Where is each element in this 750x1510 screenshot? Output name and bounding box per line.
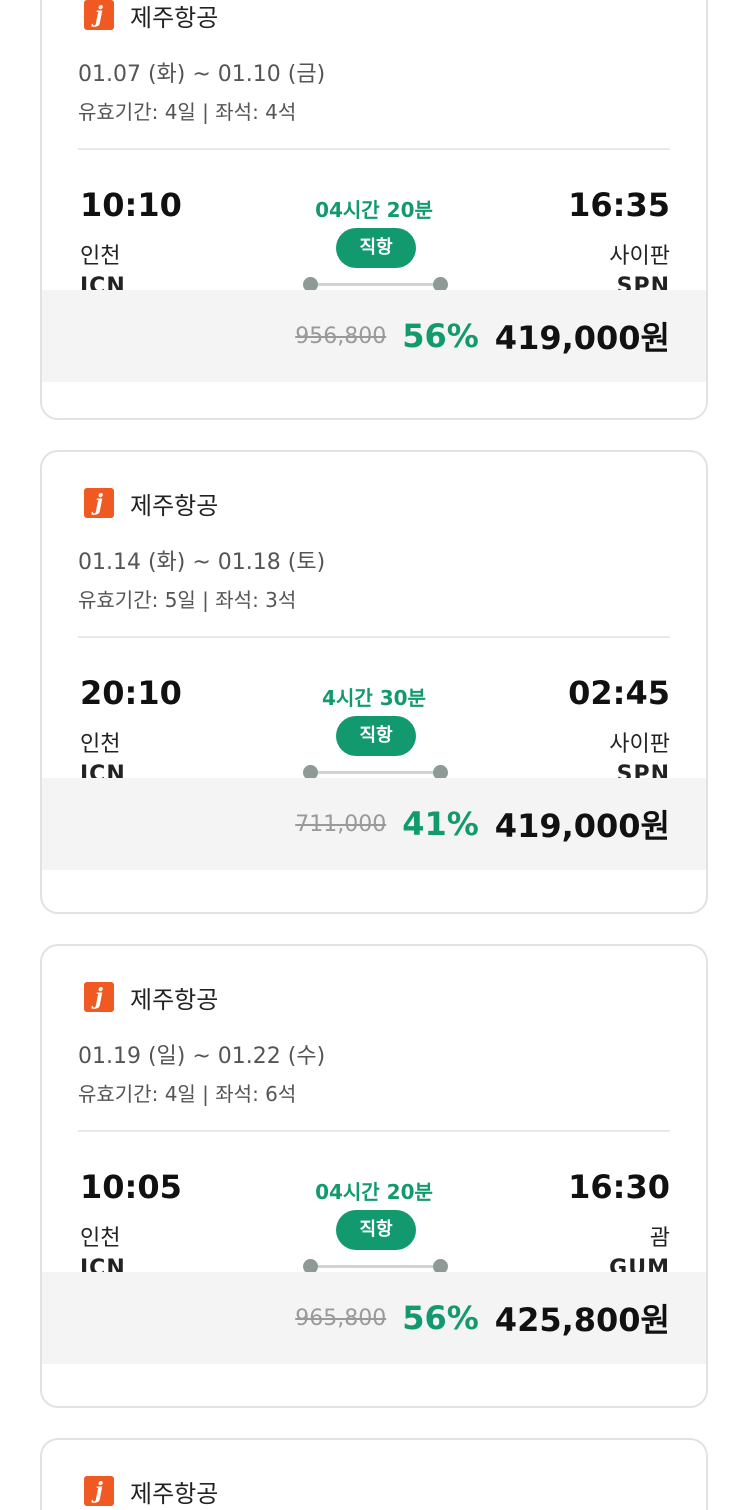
arrival-city: 괌 [649,1226,670,1251]
jeju-air-logo-icon: j [84,0,114,30]
validity-seats: 유효기간: 5일 | 좌석: 3석 [78,588,297,612]
jeju-air-logo-icon: j [84,488,114,518]
original-price: 965,800 [295,1305,387,1331]
departure-city: 인천 [80,732,121,757]
price-bar: 711,000 41% 419,000원 [42,778,706,870]
arrival-city: 사이판 [609,732,670,757]
divider [78,636,670,638]
airline-row: j 제주항공 [84,1476,219,1508]
arrival-city: 사이판 [609,244,670,269]
flight-card-body: j 제주항공 01.19 (일) ~ 01.22 (수) 유효기간: 4일 | … [42,946,706,1281]
final-price: 425,800원 [494,1301,670,1339]
flight-card[interactable]: j 제주항공 [40,1438,708,1510]
jeju-air-logo-icon: j [84,1476,114,1506]
flight-card-body: j 제주항공 01.07 (화) ~ 01.10 (금) 유효기간: 4일 | … [42,0,706,299]
route-line [310,771,442,774]
price-bar: 956,800 56% 419,000원 [42,290,706,382]
airline-name: 제주항공 [130,1479,219,1508]
arrival-time: 02:45 [568,674,670,712]
flight-card[interactable]: j 제주항공 01.14 (화) ~ 01.18 (토) 유효기간: 5일 | … [40,450,708,914]
flight-card[interactable]: j 제주항공 01.07 (화) ~ 01.10 (금) 유효기간: 4일 | … [40,0,708,420]
validity-seats: 유효기간: 4일 | 좌석: 4석 [78,100,297,124]
arrival-time: 16:30 [568,1168,670,1206]
travel-dates: 01.14 (화) ~ 01.18 (토) [78,550,326,575]
airline-name: 제주항공 [130,3,219,32]
travel-dates: 01.07 (화) ~ 01.10 (금) [78,62,326,87]
direct-flight-badge: 직항 [336,1210,416,1250]
airline-row: j 제주항공 [84,982,219,1014]
validity-seats: 유효기간: 4일 | 좌석: 6석 [78,1082,297,1106]
departure-city: 인천 [80,1226,121,1251]
airline-row: j 제주항공 [84,488,219,520]
discount-rate: 41% [402,805,479,843]
route-line [310,1265,442,1268]
discount-rate: 56% [402,317,479,355]
direct-flight-badge: 직항 [336,716,416,756]
direct-flight-badge: 직항 [336,228,416,268]
price-bar: 965,800 56% 425,800원 [42,1272,706,1364]
final-price: 419,000원 [494,807,670,845]
airline-name: 제주항공 [130,491,219,520]
divider [78,148,670,150]
divider [78,1130,670,1132]
flight-card[interactable]: j 제주항공 01.19 (일) ~ 01.22 (수) 유효기간: 4일 | … [40,944,708,1408]
jeju-air-logo-icon: j [84,982,114,1012]
final-price: 419,000원 [494,319,670,357]
original-price: 711,000 [295,811,387,837]
flight-card-body: j 제주항공 01.14 (화) ~ 01.18 (토) 유효기간: 5일 | … [42,452,706,787]
airline-row: j 제주항공 [84,0,219,32]
discount-rate: 56% [402,1299,479,1337]
route-line [310,283,442,286]
departure-city: 인천 [80,244,121,269]
original-price: 956,800 [295,323,387,349]
arrival-time: 16:35 [568,186,670,224]
travel-dates: 01.19 (일) ~ 01.22 (수) [78,1044,326,1069]
airline-name: 제주항공 [130,985,219,1014]
